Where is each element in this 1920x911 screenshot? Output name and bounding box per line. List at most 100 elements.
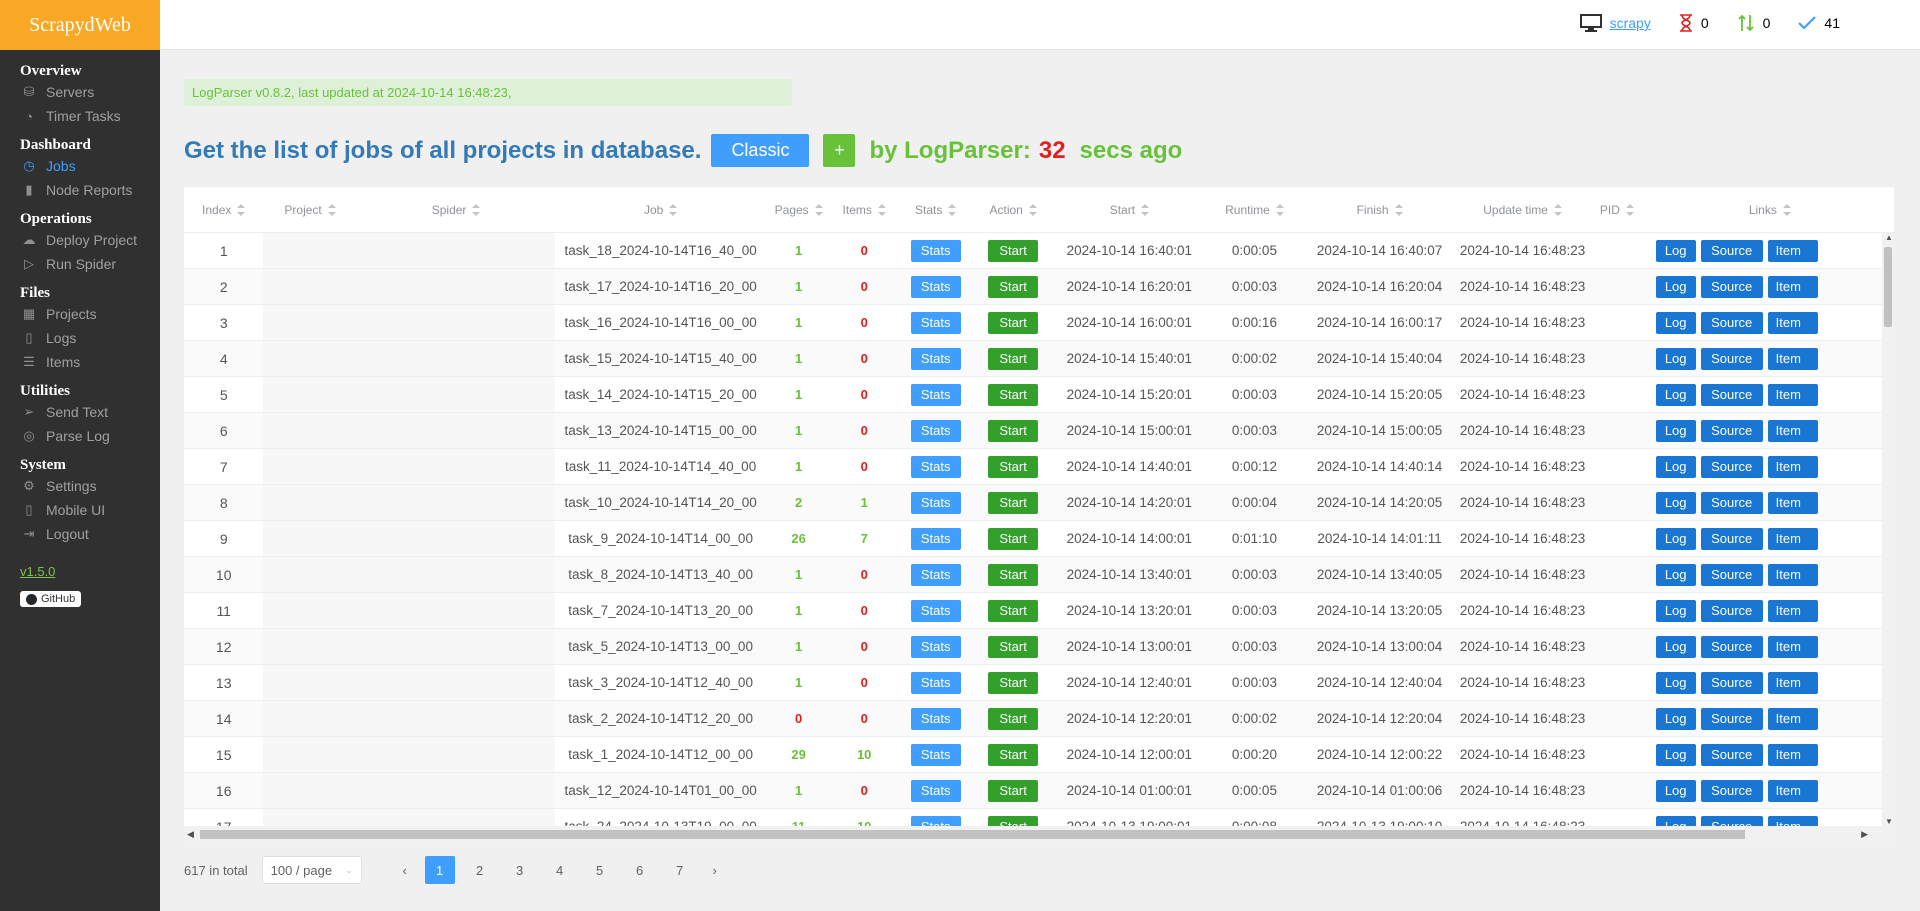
items-button[interactable]: Item <box>1767 311 1818 334</box>
start-button[interactable]: Start <box>988 563 1039 586</box>
stats-button[interactable]: Stats <box>910 239 961 262</box>
sort-icon[interactable] <box>1553 203 1562 216</box>
sidebar-item[interactable]: ➢ Send Text <box>20 400 160 424</box>
column-header[interactable]: Spider <box>357 187 556 232</box>
log-button[interactable]: Log <box>1655 779 1696 802</box>
source-button[interactable]: Source <box>1700 275 1763 298</box>
stats-button[interactable]: Stats <box>910 563 961 586</box>
start-button[interactable]: Start <box>988 707 1039 730</box>
start-button[interactable]: Start <box>988 779 1039 802</box>
items-button[interactable]: Item <box>1767 671 1818 694</box>
column-header[interactable]: Pages <box>766 187 832 232</box>
column-header[interactable]: Action <box>974 187 1051 232</box>
start-button[interactable]: Start <box>988 671 1039 694</box>
items-button[interactable]: Item <box>1767 743 1818 766</box>
horizontal-scroll-thumb[interactable] <box>200 830 1745 839</box>
items-button[interactable]: Item <box>1767 239 1818 262</box>
server-link[interactable]: scrapy <box>1610 15 1651 31</box>
column-header[interactable]: Links <box>1646 187 1894 232</box>
horizontal-scrollbar[interactable]: ◀ ▶ <box>184 826 1894 843</box>
start-button[interactable]: Start <box>988 527 1039 550</box>
source-button[interactable]: Source <box>1700 743 1763 766</box>
items-button[interactable]: Item <box>1767 599 1818 622</box>
version-link[interactable]: v1.5.0 <box>20 564 55 579</box>
source-button[interactable]: Source <box>1700 491 1763 514</box>
column-header[interactable]: Project <box>263 187 356 232</box>
stats-button[interactable]: Stats <box>910 527 961 550</box>
sort-icon[interactable] <box>1625 203 1634 216</box>
items-button[interactable]: Item <box>1767 707 1818 730</box>
sort-icon[interactable] <box>1782 203 1791 216</box>
column-header[interactable]: Start <box>1052 187 1207 232</box>
sidebar-item[interactable]: ☁ Deploy Project <box>20 228 160 252</box>
sidebar-item[interactable]: ▯ Mobile UI <box>20 498 160 522</box>
sidebar-item[interactable]: ⚙ Settings <box>20 474 160 498</box>
stats-button[interactable]: Stats <box>910 455 961 478</box>
log-button[interactable]: Log <box>1655 563 1696 586</box>
start-button[interactable]: Start <box>988 635 1039 658</box>
sidebar-item[interactable]: ⛁ Servers <box>20 80 160 104</box>
github-button[interactable]: GitHub <box>20 591 82 607</box>
source-button[interactable]: Source <box>1700 635 1763 658</box>
prev-page-icon[interactable]: ‹ <box>390 863 420 878</box>
column-header[interactable]: Runtime <box>1207 187 1302 232</box>
start-button[interactable]: Start <box>988 275 1039 298</box>
expand-button[interactable]: + <box>823 134 856 167</box>
page-number[interactable]: 2 <box>465 856 495 884</box>
sidebar-item[interactable]: ▯ Logs <box>20 326 160 350</box>
log-button[interactable]: Log <box>1655 491 1696 514</box>
scroll-down-icon[interactable]: ▼ <box>1885 817 1893 826</box>
log-button[interactable]: Log <box>1655 635 1696 658</box>
stats-button[interactable]: Stats <box>910 347 961 370</box>
sort-icon[interactable] <box>1028 203 1037 216</box>
source-button[interactable]: Source <box>1700 311 1763 334</box>
log-button[interactable]: Log <box>1655 527 1696 550</box>
stats-button[interactable]: Stats <box>910 671 961 694</box>
sidebar-item[interactable]: ▷ Run Spider <box>20 252 160 276</box>
stats-button[interactable]: Stats <box>910 491 961 514</box>
sort-icon[interactable] <box>669 203 678 216</box>
stats-button[interactable]: Stats <box>910 383 961 406</box>
scroll-up-icon[interactable]: ▲ <box>1885 233 1893 242</box>
column-header[interactable]: Update time <box>1457 187 1588 232</box>
source-button[interactable]: Source <box>1700 455 1763 478</box>
log-button[interactable]: Log <box>1655 275 1696 298</box>
classic-button[interactable]: Classic <box>711 134 810 167</box>
items-button[interactable]: Item <box>1767 383 1818 406</box>
items-button[interactable]: Item <box>1767 275 1818 298</box>
column-header[interactable]: Index <box>184 187 263 232</box>
source-button[interactable]: Source <box>1700 383 1763 406</box>
column-header[interactable]: PID <box>1588 187 1646 232</box>
sidebar-item[interactable]: ◷ Jobs <box>20 154 160 178</box>
column-header[interactable]: Items <box>831 187 897 232</box>
start-button[interactable]: Start <box>988 239 1039 262</box>
page-number[interactable]: 3 <box>505 856 535 884</box>
items-button[interactable]: Item <box>1767 347 1818 370</box>
start-button[interactable]: Start <box>988 419 1039 442</box>
start-button[interactable]: Start <box>988 347 1039 370</box>
source-button[interactable]: Source <box>1700 527 1763 550</box>
stats-button[interactable]: Stats <box>910 419 961 442</box>
sort-icon[interactable] <box>1275 203 1284 216</box>
source-button[interactable]: Source <box>1700 779 1763 802</box>
items-button[interactable]: Item <box>1767 455 1818 478</box>
sort-icon[interactable] <box>1141 203 1150 216</box>
column-header[interactable]: Finish <box>1302 187 1457 232</box>
stats-button[interactable]: Stats <box>910 599 961 622</box>
stats-button[interactable]: Stats <box>910 743 961 766</box>
source-button[interactable]: Source <box>1700 239 1763 262</box>
column-header[interactable]: Stats <box>897 187 974 232</box>
log-button[interactable]: Log <box>1655 347 1696 370</box>
start-button[interactable]: Start <box>988 599 1039 622</box>
source-button[interactable]: Source <box>1700 347 1763 370</box>
page-number[interactable]: 7 <box>665 856 695 884</box>
log-button[interactable]: Log <box>1655 383 1696 406</box>
items-button[interactable]: Item <box>1767 779 1818 802</box>
sidebar-item[interactable]: ◔ Timer Tasks <box>20 104 160 128</box>
sidebar-item[interactable]: ◎ Parse Log <box>20 424 160 448</box>
sort-icon[interactable] <box>1394 203 1403 216</box>
next-page-icon[interactable]: › <box>700 863 730 878</box>
page-number[interactable]: 5 <box>585 856 615 884</box>
page-number[interactable]: 4 <box>545 856 575 884</box>
log-button[interactable]: Log <box>1655 419 1696 442</box>
